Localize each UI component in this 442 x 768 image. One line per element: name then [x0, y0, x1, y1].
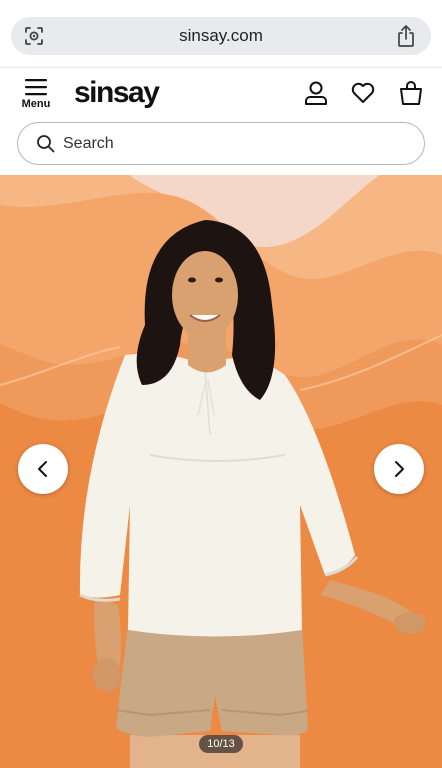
chevron-right-icon [395, 461, 404, 477]
site-header: Menu sinsay [0, 68, 442, 120]
search-input[interactable] [63, 131, 403, 157]
sinsay-logo[interactable]: sinsay [74, 76, 160, 110]
image-counter: 10/13 [199, 735, 243, 753]
search-bar[interactable] [17, 122, 425, 165]
browser-bar: sinsay.com [0, 0, 442, 68]
share-icon[interactable] [395, 24, 417, 48]
heart-icon[interactable] [350, 80, 376, 106]
account-icon[interactable] [303, 80, 329, 106]
menu-label: Menu [21, 98, 51, 110]
product-gallery[interactable]: 10/13 [0, 175, 442, 768]
next-image-button[interactable] [374, 444, 424, 494]
menu-button[interactable]: Menu [17, 78, 55, 118]
url-text[interactable]: sinsay.com [11, 26, 431, 46]
shopping-bag-icon[interactable] [398, 80, 424, 106]
previous-image-button[interactable] [18, 444, 68, 494]
hamburger-icon [25, 79, 47, 96]
chevron-left-icon [38, 461, 47, 477]
search-icon [37, 135, 55, 153]
address-bar[interactable]: sinsay.com [11, 17, 431, 55]
